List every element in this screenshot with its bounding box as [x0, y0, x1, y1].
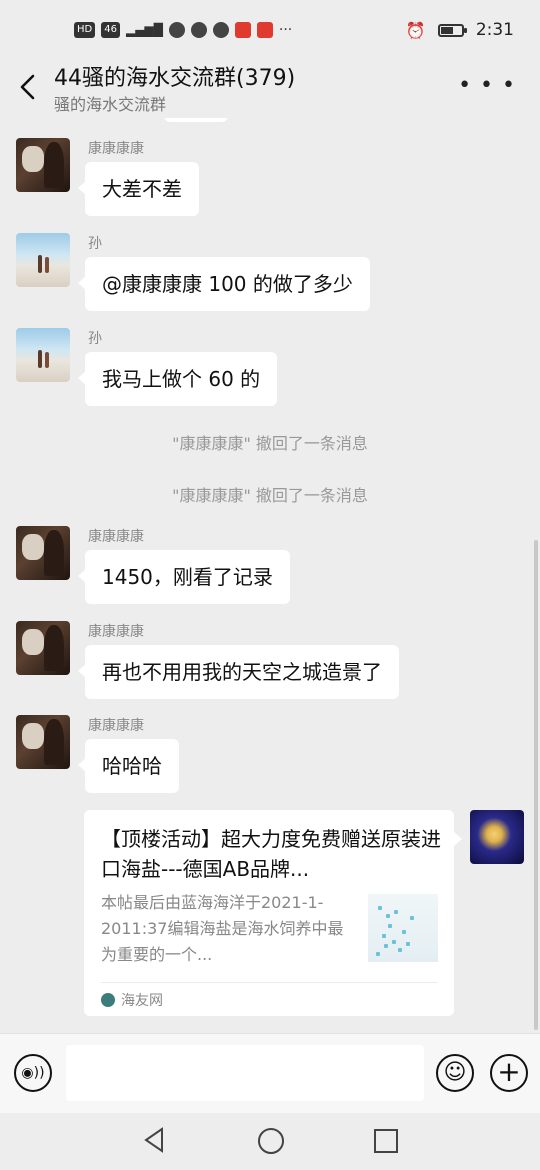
self-avatar[interactable]: [470, 810, 524, 864]
message-input[interactable]: [66, 1045, 424, 1101]
input-bar: ◉)) ☺ +: [0, 1033, 540, 1114]
status-time: 2:31: [475, 20, 514, 40]
chat-header: 44骚的海水交流群(379) 骚的海水交流群 • • •: [0, 58, 540, 118]
system-notice: "康康康康" 撤回了一条消息: [172, 434, 368, 453]
sender-name: 康康康康: [88, 529, 144, 545]
nav-home-icon[interactable]: [258, 1128, 284, 1154]
mail-notification-icon: [190, 22, 207, 38]
app-notification-icon: [168, 22, 185, 38]
message-bubble[interactable]: 哈哈哈: [78, 739, 179, 793]
signal-icon: ▂▄▆█: [125, 23, 163, 37]
previous-bubble-edge: [164, 118, 228, 122]
alarm-icon: ⏰: [405, 20, 426, 40]
sender-name: 康康康康: [88, 141, 144, 157]
sender-name: 康康康康: [88, 624, 144, 640]
message-bubble[interactable]: 再也不用用我的天空之城造景了: [78, 645, 399, 699]
avatar[interactable]: [16, 621, 70, 675]
avatar[interactable]: [16, 328, 70, 382]
more-notifications-icon: ···: [278, 22, 293, 38]
status-icons-right: ⏰ 2:31: [406, 20, 514, 40]
hd-indicator: HD: [74, 22, 96, 38]
emoji-icon[interactable]: ☺: [436, 1054, 474, 1092]
link-card-title: 【顶楼活动】超大力度免费赠送原装进口海盐---德国AB品牌...: [101, 827, 441, 881]
plus-icon[interactable]: +: [490, 1054, 528, 1092]
red-app-notification-icon: [234, 22, 251, 38]
source-logo-icon: [101, 993, 115, 1007]
avatar[interactable]: [16, 138, 70, 192]
status-icons-left: HD 46 ▂▄▆█ ···: [74, 22, 292, 38]
nav-recent-apps-icon[interactable]: [374, 1129, 398, 1153]
chevron-left-icon[interactable]: [16, 72, 40, 102]
avatar[interactable]: [16, 715, 70, 769]
red-app-notification-icon-2: [256, 22, 273, 38]
nav-back-icon[interactable]: [142, 1127, 166, 1153]
system-notice: "康康康康" 撤回了一条消息: [172, 486, 368, 505]
sender-name: 孙: [88, 331, 102, 347]
link-card-thumbnail: [368, 894, 438, 962]
link-card-divider: [101, 982, 438, 983]
message-bubble[interactable]: 大差不差: [78, 162, 199, 216]
sender-name: 孙: [88, 236, 102, 252]
bell-notification-icon: [212, 22, 229, 38]
battery-fill: [440, 26, 453, 34]
status-bar: HD 46 ▂▄▆█ ··· ⏰ 2:31: [0, 0, 540, 62]
avatar[interactable]: [16, 233, 70, 287]
link-card-source: 海友网: [101, 990, 163, 1010]
sender-name: 康康康康: [88, 718, 144, 734]
message-bubble[interactable]: @康康康康 100 的做了多少: [78, 257, 370, 311]
voice-icon[interactable]: ◉)): [14, 1054, 52, 1092]
chat-title: 44骚的海水交流群(379): [54, 66, 296, 91]
network-type-indicator: 46: [101, 22, 120, 38]
avatar[interactable]: [16, 526, 70, 580]
system-navigation-bar: [0, 1113, 540, 1170]
link-card-description: 本帖最后由蓝海海洋于2021-1-2011:37编辑海盐是海水饲养中最为重要的一…: [101, 893, 344, 964]
chat-scrollbar[interactable]: [534, 540, 538, 1030]
battery-icon: [437, 23, 467, 37]
message-bubble[interactable]: 1450，刚看了记录: [78, 550, 290, 604]
more-dots-icon[interactable]: • • •: [458, 75, 516, 97]
chat-messages[interactable]: 康康康康 大差不差 孙 @康康康康 100 的做了多少 孙 我马上做个 60 的…: [0, 118, 540, 1033]
message-bubble[interactable]: 我马上做个 60 的: [77, 352, 278, 406]
chat-subtitle: 骚的海水交流群: [54, 95, 167, 114]
link-card[interactable]: 【顶楼活动】超大力度免费赠送原装进口海盐---德国AB品牌... 本帖最后由蓝海…: [84, 810, 462, 1016]
link-card-source-name: 海友网: [121, 993, 163, 1009]
